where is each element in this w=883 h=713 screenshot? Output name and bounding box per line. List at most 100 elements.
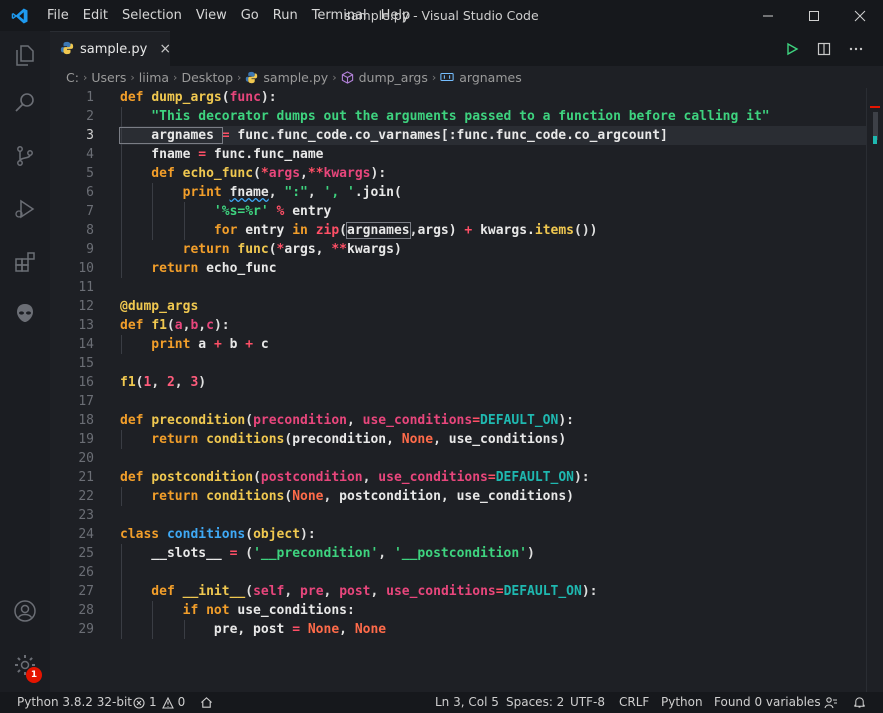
code-token: postcondition — [260, 470, 363, 485]
maximize-button[interactable] — [791, 0, 837, 31]
minimize-button[interactable] — [745, 0, 791, 31]
code-token: , — [284, 584, 301, 599]
explorer-icon[interactable] — [0, 31, 50, 79]
vertical-scrollbar[interactable] — [866, 88, 883, 692]
breadcrumb-desktop[interactable]: Desktop — [181, 70, 233, 85]
code-token: class — [120, 527, 167, 542]
line-number: 5 — [86, 166, 94, 181]
encoding[interactable]: UTF-8 — [570, 692, 605, 713]
alien-extension-icon[interactable] — [0, 289, 50, 337]
problems-indicator[interactable]: 1 0 — [133, 692, 185, 713]
home-icon[interactable] — [200, 692, 213, 713]
code-token: def — [120, 470, 152, 485]
close-window-button[interactable] — [837, 0, 883, 31]
code-editor[interactable]: 1 2 3 4 5 6 7 8 9 10 11 12 13 14 15 16 17 18 19 20 21 22 23 24 2… — [50, 88, 866, 692]
line-number: 9 — [86, 242, 94, 257]
code-token: args — [268, 166, 301, 181]
code-line: print a + b + c — [120, 335, 268, 354]
code-token: pre, post — [120, 622, 293, 637]
settings-gear-icon[interactable]: 1 — [0, 641, 50, 689]
code-token: ":" — [284, 185, 308, 200]
variables-status[interactable]: Found 0 variables — [714, 692, 821, 713]
menu-terminal[interactable]: Terminal — [305, 0, 374, 31]
activity-bar: 1 — [0, 31, 50, 692]
tab-label: sample.py — [80, 41, 148, 57]
notifications-bell-icon[interactable] — [853, 692, 866, 713]
breadcrumb-function[interactable]: dump_args — [359, 70, 428, 85]
code-token: def — [120, 166, 183, 181]
code-token: use_conditions) — [448, 432, 567, 447]
title-bar: File Edit Selection View Go Run Terminal… — [0, 0, 883, 31]
error-overview-mark — [870, 106, 880, 108]
line-number: 12 — [78, 299, 94, 314]
menu-run[interactable]: Run — [266, 0, 305, 31]
code-line: return func(*args, **kwargs) — [120, 240, 402, 259]
tab-sample-py[interactable]: sample.py × — [50, 31, 171, 66]
menu-edit[interactable]: Edit — [76, 0, 115, 31]
code-token: args, — [284, 242, 332, 257]
code-line: f1(1, 2, 3) — [120, 373, 206, 392]
code-token: ( — [237, 546, 254, 561]
split-editor-icon[interactable] — [808, 31, 840, 66]
indentation[interactable]: Spaces: 2 — [506, 692, 564, 713]
breadcrumb: C: › Users › liima › Desktop › sample.py… — [50, 66, 883, 88]
line-number: 7 — [86, 204, 94, 219]
line-number: 19 — [78, 432, 94, 447]
search-icon[interactable] — [0, 79, 50, 127]
menu-go[interactable]: Go — [234, 0, 266, 31]
line-number: 1 — [86, 90, 94, 105]
change-overview-mark — [873, 136, 877, 144]
code-token: '%s=%r' — [120, 204, 269, 219]
code-token: object — [253, 527, 301, 542]
feedback-icon[interactable] — [824, 692, 838, 713]
menu-help[interactable]: Help — [374, 0, 418, 31]
breadcrumb-variable[interactable]: argnames — [459, 70, 521, 85]
code-line: fname = func.func_name — [120, 145, 323, 164]
code-line: return conditions(None, postcondition, u… — [120, 487, 574, 506]
code-token: echo_func — [206, 261, 277, 276]
code-token: "This decorator dumps out the arguments … — [120, 109, 770, 124]
code-line: @dump_args — [120, 297, 198, 316]
run-debug-icon[interactable] — [0, 185, 50, 233]
code-line: "This decorator dumps out the arguments … — [120, 107, 770, 126]
error-icon — [133, 696, 145, 709]
breadcrumb-users[interactable]: Users — [91, 70, 126, 85]
code-token: b — [221, 337, 246, 352]
breadcrumb-file[interactable]: sample.py — [263, 70, 328, 85]
code-token: , — [323, 489, 340, 504]
line-endings[interactable]: CRLF — [619, 692, 649, 713]
menu-view[interactable]: View — [189, 0, 234, 31]
code-token: print — [120, 185, 230, 200]
breadcrumb-user[interactable]: liima — [139, 70, 169, 85]
account-icon[interactable] — [0, 587, 50, 635]
menu-file[interactable]: File — [40, 0, 76, 31]
code-token: 2 — [166, 375, 175, 390]
breadcrumb-drive[interactable]: C: — [66, 70, 79, 85]
source-control-icon[interactable] — [0, 132, 50, 180]
code-token: DEFAULT_ON — [480, 413, 559, 428]
line-number: 28 — [78, 603, 94, 618]
python-interpreter[interactable]: Python 3.8.2 32-bit — [17, 692, 132, 713]
code-token: = — [198, 147, 207, 162]
menu-selection[interactable]: Selection — [115, 0, 189, 31]
cursor-position[interactable]: Ln 3, Col 5 — [435, 692, 499, 713]
code-area[interactable]: def dump_args(func): "This decorator dum… — [119, 88, 866, 692]
code-token: conditions — [206, 432, 285, 447]
code-token: func.func_code.co_varnames[:func.func_co… — [229, 128, 668, 143]
code-token: .join( — [354, 185, 402, 200]
code-token: None — [354, 622, 387, 637]
code-token: ', ' — [323, 185, 355, 200]
tab-close-icon[interactable]: × — [159, 41, 171, 57]
language-mode[interactable]: Python — [661, 692, 703, 713]
code-token: '__postcondition' — [393, 546, 528, 561]
run-file-icon[interactable] — [776, 31, 808, 66]
code-token: print — [120, 337, 199, 352]
extensions-icon[interactable] — [0, 238, 50, 286]
more-actions-icon[interactable] — [840, 31, 872, 66]
line-number: 2 — [86, 109, 94, 124]
code-token: ): — [260, 90, 277, 105]
code-token: ) — [527, 546, 535, 561]
code-token: entry — [245, 223, 293, 238]
code-token: ) — [198, 375, 207, 390]
code-token: fname — [229, 185, 269, 200]
